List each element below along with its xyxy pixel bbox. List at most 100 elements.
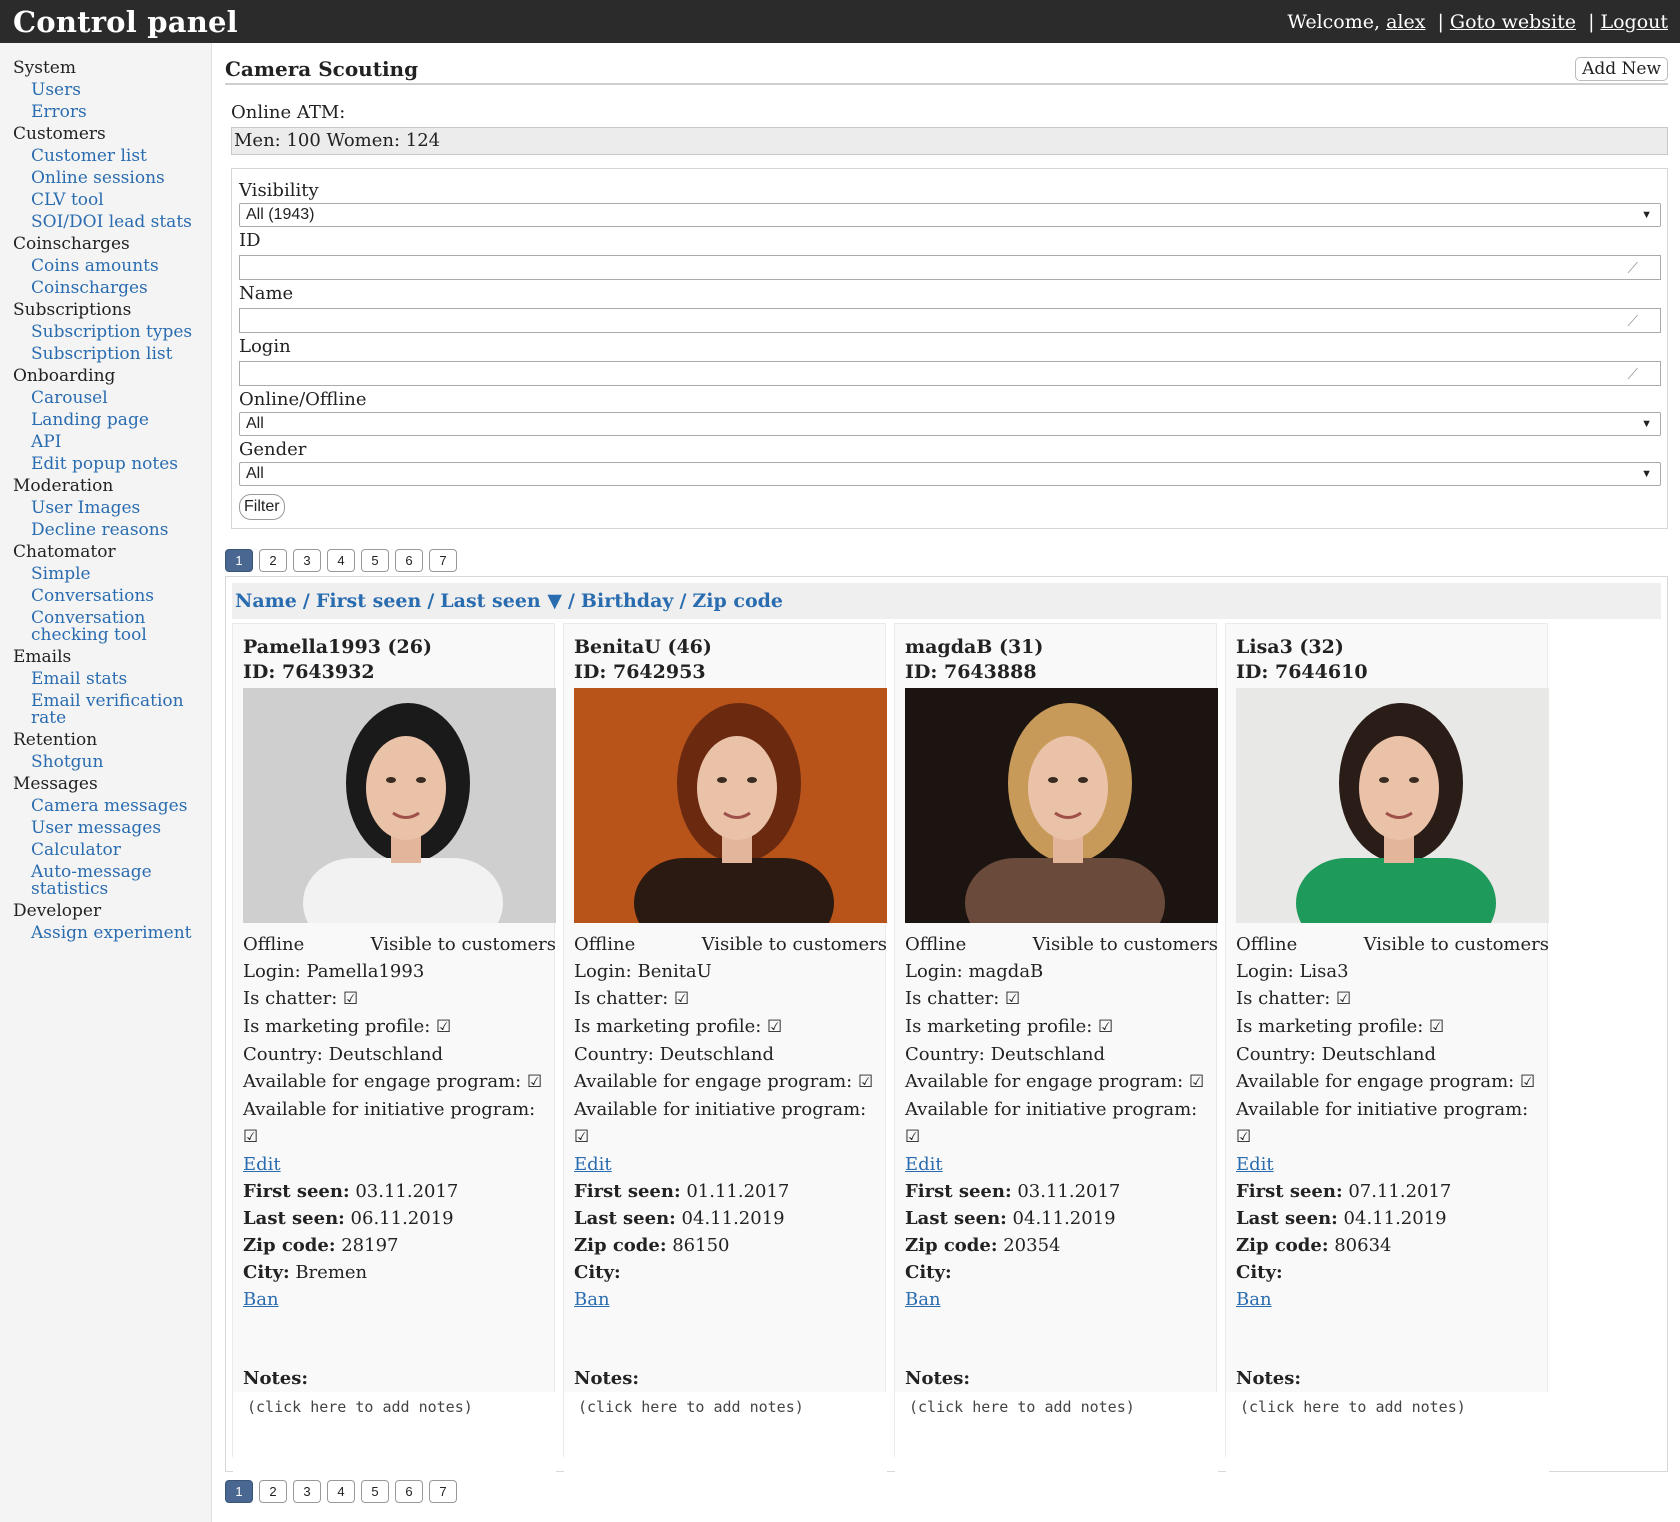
sidebar-item-carousel[interactable]: Carousel <box>13 388 211 409</box>
last-seen-line-value: 04.11.2019 <box>1343 1208 1447 1229</box>
page-button[interactable]: 2 <box>259 549 287 572</box>
id-input[interactable]: ⟋ <box>239 255 1661 280</box>
notes-field[interactable]: (click here to add notes) <box>895 1392 1218 1472</box>
edit-link[interactable]: Edit <box>243 1154 281 1175</box>
sidebar-item-clv-tool[interactable]: CLV tool <box>13 190 211 211</box>
sidebar-item-assign-experiment[interactable]: Assign experiment <box>13 923 211 944</box>
filter-button[interactable]: Filter <box>239 494 285 520</box>
sidebar-item-users[interactable]: Users <box>13 80 211 101</box>
sidebar-item-auto-message-statistics[interactable]: Auto-message statistics <box>13 862 211 900</box>
profile-photo[interactable] <box>243 688 556 923</box>
main-content: Camera Scouting Add New Online ATM: Men:… <box>212 43 1680 1522</box>
portrait-illustration <box>1296 703 1496 923</box>
online-offline-select[interactable]: All ▼ <box>239 412 1661 436</box>
sidebar-item-edit-popup-notes[interactable]: Edit popup notes <box>13 454 211 475</box>
app-title: Control panel <box>13 4 238 39</box>
sidebar-item-errors[interactable]: Errors <box>13 102 211 123</box>
page-button[interactable]: 3 <box>293 1480 321 1503</box>
sort-by-last-seen[interactable]: Last seen ▼ <box>440 590 562 612</box>
sort-by-birthday[interactable]: Birthday <box>581 590 674 612</box>
logout-link[interactable]: Logout <box>1600 11 1668 33</box>
page-button[interactable]: 1 <box>225 549 253 572</box>
page-button[interactable]: 7 <box>429 1480 457 1503</box>
login-line-label: Login: <box>574 961 632 982</box>
sidebar-item-subscription-types[interactable]: Subscription types <box>13 322 211 343</box>
edit-link[interactable]: Edit <box>905 1154 943 1175</box>
sidebar-group-moderation: Moderation <box>13 476 114 496</box>
sidebar-item-camera-messages[interactable]: Camera messages <box>13 796 211 817</box>
sort-by-first-seen[interactable]: First seen <box>316 590 422 612</box>
profile-id: ID: 7643932 <box>243 661 375 683</box>
page-button[interactable]: 5 <box>361 1480 389 1503</box>
sidebar-item-user-images[interactable]: User Images <box>13 498 211 519</box>
edit-link[interactable]: Edit <box>1236 1154 1274 1175</box>
autofill-key-icon: ⟋ <box>1627 258 1638 277</box>
page-button[interactable]: 2 <box>259 1480 287 1503</box>
gender-select[interactable]: All ▼ <box>239 462 1661 486</box>
gender-label: Gender <box>239 439 307 460</box>
page-button[interactable]: 1 <box>225 1480 253 1503</box>
online-status: Offline <box>243 934 305 955</box>
sidebar-item-coinscharges[interactable]: Coinscharges <box>13 278 211 299</box>
sort-by-name[interactable]: Name <box>235 590 297 612</box>
page-button[interactable]: 3 <box>293 549 321 572</box>
sort-by-zip[interactable]: Zip code <box>692 590 783 612</box>
ban-link[interactable]: Ban <box>574 1289 610 1310</box>
sidebar-item-shotgun[interactable]: Shotgun <box>13 752 211 773</box>
login-line: Login: Lisa3 <box>1236 958 1547 985</box>
checkbox-checked-icon: ☑ <box>1236 1127 1252 1147</box>
engage-program-line: Available for engage program: ☑ <box>243 1068 554 1096</box>
sidebar-item-conversations[interactable]: Conversations <box>13 586 211 607</box>
login-input[interactable]: ⟋ <box>239 361 1661 386</box>
page-button[interactable]: 4 <box>327 1480 355 1503</box>
page-button[interactable]: 4 <box>327 549 355 572</box>
sidebar-item-online-sessions[interactable]: Online sessions <box>13 168 211 189</box>
sidebar-item-decline-reasons[interactable]: Decline reasons <box>13 520 211 541</box>
visibility-select[interactable]: All (1943) ▼ <box>239 203 1661 227</box>
notes-field[interactable]: (click here to add notes) <box>1226 1392 1549 1472</box>
zip-line-label: Zip code: <box>574 1235 667 1256</box>
page-button[interactable]: 6 <box>395 549 423 572</box>
name-input[interactable]: ⟋ <box>239 308 1661 333</box>
zip-line-value: 20354 <box>1003 1235 1061 1256</box>
pagination-bottom: 1234567 <box>225 1480 1668 1503</box>
page-title: Camera Scouting <box>225 57 419 81</box>
edit-link[interactable]: Edit <box>574 1154 612 1175</box>
sidebar-item-customer-list[interactable]: Customer list <box>13 146 211 167</box>
sidebar-item-conversation-checking-tool[interactable]: Conversation checking tool <box>13 608 211 646</box>
profile-card: BenitaU (46) ID: 7642953 Offline Visible to… <box>563 623 887 1472</box>
checkbox-checked-icon: ☑ <box>1429 1017 1445 1037</box>
sidebar-item-calculator[interactable]: Calculator <box>13 840 211 861</box>
profile-photo[interactable] <box>905 688 1218 923</box>
sidebar-item-email-verification-rate[interactable]: Email verification rate <box>13 691 211 729</box>
is-chatter-line-label: Is chatter: <box>574 988 669 1009</box>
notes-label: Notes: <box>574 1368 640 1389</box>
ban-link[interactable]: Ban <box>243 1289 279 1310</box>
ban-link[interactable]: Ban <box>905 1289 941 1310</box>
sidebar-item-api[interactable]: API <box>13 432 211 453</box>
profile-photo[interactable] <box>574 688 887 923</box>
sidebar-item-landing-page[interactable]: Landing page <box>13 410 211 431</box>
user-link[interactable]: alex <box>1386 11 1425 33</box>
checkbox-checked-icon: ☑ <box>857 1072 874 1092</box>
online-status: Offline <box>905 934 967 955</box>
notes-field[interactable]: (click here to add notes) <box>233 1392 556 1472</box>
sidebar-item-subscription-list[interactable]: Subscription list <box>13 344 211 365</box>
page-button[interactable]: 7 <box>429 549 457 572</box>
goto-website-link[interactable]: Goto website <box>1450 11 1576 33</box>
sort-separator: / <box>427 590 435 612</box>
profile-photo[interactable] <box>1236 688 1549 923</box>
ban-link[interactable]: Ban <box>1236 1289 1272 1310</box>
sidebar-item-soi-doi-lead-stats[interactable]: SOI/DOI lead stats <box>13 212 211 233</box>
notes-label: Notes: <box>1236 1368 1302 1389</box>
notes-field[interactable]: (click here to add notes) <box>564 1392 887 1472</box>
add-new-button[interactable]: Add New <box>1575 57 1668 81</box>
engage-program-line-label: Available for engage program: <box>243 1071 522 1092</box>
sidebar-item-simple[interactable]: Simple <box>13 564 211 585</box>
sidebar-item-coins-amounts[interactable]: Coins amounts <box>13 256 211 277</box>
page-button[interactable]: 6 <box>395 1480 423 1503</box>
sidebar-item-user-messages[interactable]: User messages <box>13 818 211 839</box>
sidebar-item-email-stats[interactable]: Email stats <box>13 669 211 690</box>
page-button[interactable]: 5 <box>361 549 389 572</box>
sidebar-group-messages: Messages <box>13 774 98 794</box>
